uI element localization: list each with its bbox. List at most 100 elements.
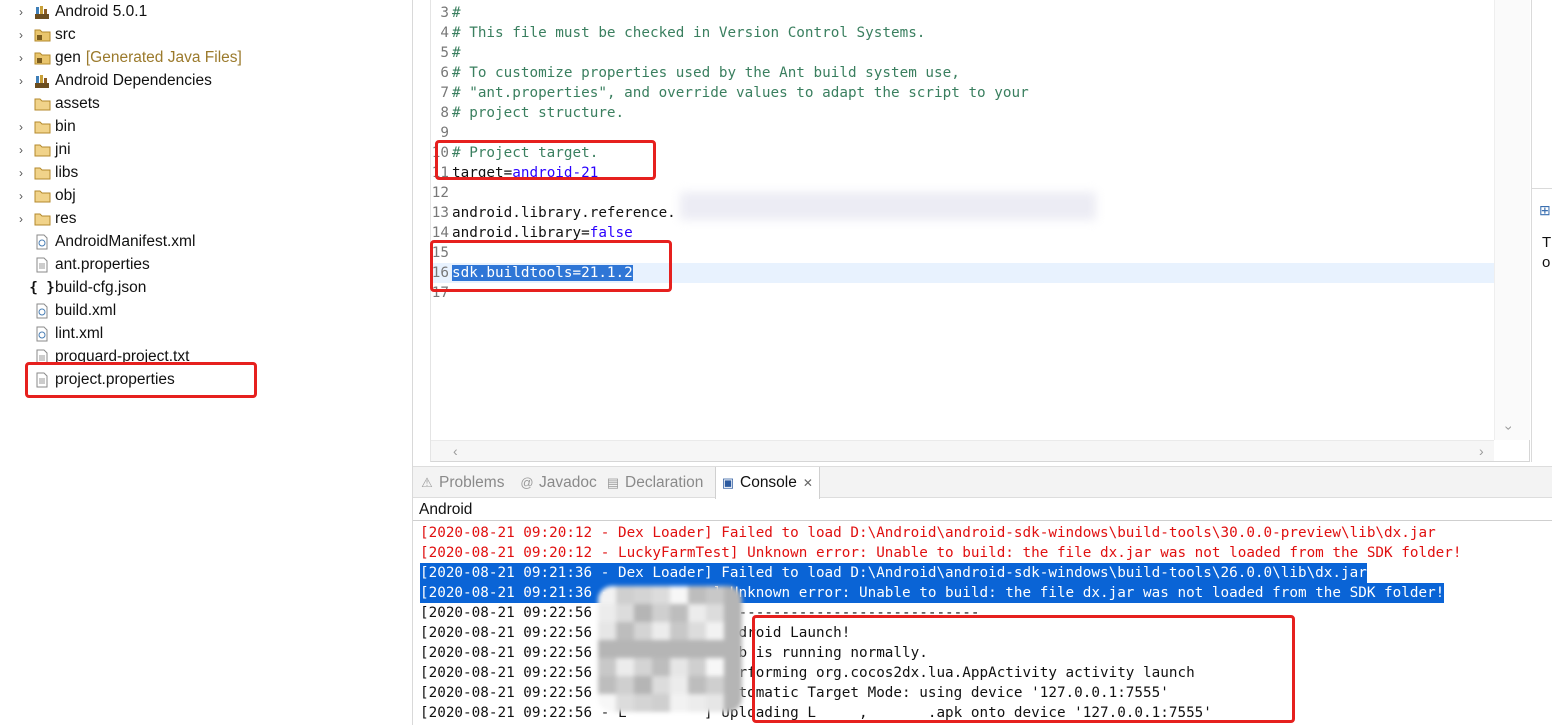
- mosaic-cell: [616, 586, 634, 604]
- tab-problems[interactable]: ⚠ Problems: [419, 467, 504, 498]
- mosaic-cell: [616, 658, 634, 676]
- mosaic-cell: [670, 586, 688, 604]
- code-token: false: [589, 225, 633, 241]
- expand-arrow-icon[interactable]: ›: [16, 23, 26, 46]
- tree-item[interactable]: › Android Dependencies: [0, 69, 410, 92]
- mosaic-cell: [616, 604, 634, 622]
- close-icon[interactable]: ✕: [803, 476, 813, 490]
- expand-arrow-icon[interactable]: ›: [16, 115, 26, 138]
- expand-arrow-icon[interactable]: ›: [16, 184, 26, 207]
- line-number: 3: [440, 5, 449, 21]
- mosaic-cell: [634, 658, 652, 676]
- outline-view-icon[interactable]: ⊞: [1539, 202, 1551, 219]
- mosaic-cell: [688, 622, 706, 640]
- mosaic-cell: [688, 676, 706, 694]
- tree-item[interactable]: build.xml: [0, 299, 410, 322]
- folder-icon: [33, 210, 51, 228]
- declaration-icon: ▤: [606, 474, 620, 490]
- expand-arrow-icon[interactable]: ›: [16, 138, 26, 161]
- expand-arrow-icon[interactable]: ›: [16, 69, 26, 92]
- code-line[interactable]: 5 #: [431, 43, 1494, 63]
- expand-arrow-icon[interactable]: ›: [16, 207, 26, 230]
- tree-item[interactable]: › bin: [0, 115, 410, 138]
- tab-console[interactable]: ▣ Console ✕: [715, 467, 820, 499]
- tab-declaration[interactable]: ▤ Declaration: [605, 467, 704, 498]
- code-line[interactable]: 7 # "ant.properties", and override values…: [431, 83, 1494, 103]
- mosaic-cell: [616, 622, 634, 640]
- line-number: 12: [431, 185, 449, 201]
- mosaic-cell: [634, 586, 652, 604]
- tab-javadoc[interactable]: @ Javadoc: [519, 467, 596, 498]
- mosaic-cell: [634, 694, 652, 712]
- code-line[interactable]: 4 # This file must be checked in Version …: [431, 23, 1494, 43]
- mosaic-cell: [652, 676, 670, 694]
- expand-arrow-icon[interactable]: ›: [16, 0, 26, 23]
- mosaic-cell: [706, 604, 724, 622]
- xml-file-icon: [33, 233, 51, 251]
- tree-item-name: build-cfg.json: [55, 279, 147, 296]
- tree-item[interactable]: lint.xml: [0, 322, 410, 345]
- mosaic-cell: [652, 640, 670, 658]
- properties-editor[interactable]: 3 #4 # This file must be checked in Versio…: [430, 0, 1530, 462]
- mosaic-cell: [724, 604, 742, 622]
- android-library-icon: [33, 3, 51, 21]
- highlight-launch-output: [752, 615, 1295, 723]
- tree-item[interactable]: › libs: [0, 161, 410, 184]
- mosaic-cell: [706, 640, 724, 658]
- folder-icon: [33, 141, 51, 159]
- mosaic-cell: [616, 676, 634, 694]
- mosaic-cell: [724, 640, 742, 658]
- tree-item-name: ant.properties: [55, 256, 150, 273]
- tree-item[interactable]: assets: [0, 92, 410, 115]
- mosaic-cell: [634, 640, 652, 658]
- code-token: # This file must be checked in Version C…: [452, 25, 926, 41]
- tree-item[interactable]: › obj: [0, 184, 410, 207]
- console-icon: ▣: [721, 475, 735, 490]
- scroll-down-arrow-icon[interactable]: ›: [1501, 426, 1517, 431]
- tree-item[interactable]: AndroidManifest.xml: [0, 230, 410, 253]
- mosaic-cell: [724, 676, 742, 694]
- tree-item-name: build.xml: [55, 302, 117, 319]
- folder-icon: [33, 118, 51, 136]
- mosaic-cell: [724, 622, 742, 640]
- tree-item[interactable]: › jni: [0, 138, 410, 161]
- tree-item[interactable]: { } build-cfg.json: [0, 276, 410, 299]
- mosaic-cell: [706, 676, 724, 694]
- console-line: [2020-08-21 09:20:12 - Dex Loader] Faile…: [420, 525, 1436, 541]
- code-line[interactable]: 8 # project structure.: [431, 103, 1494, 123]
- tree-item-name: obj: [55, 187, 76, 204]
- tree-item-name: Android 5.0.1: [55, 3, 148, 20]
- code-text: #: [452, 3, 461, 23]
- mosaic-cell: [670, 694, 688, 712]
- editor-horizontal-scrollbar[interactable]: ‹ ›: [431, 440, 1494, 461]
- android-library-icon: [33, 72, 51, 90]
- tab-label: Declaration: [625, 473, 704, 491]
- code-line[interactable]: 3 #: [431, 3, 1494, 23]
- tree-item[interactable]: › res: [0, 207, 410, 230]
- console-title: Android: [419, 501, 473, 518]
- scroll-left-arrow-icon[interactable]: ‹: [453, 443, 458, 459]
- tree-item-name: AndroidManifest.xml: [55, 233, 196, 250]
- folder-icon: [33, 95, 51, 113]
- mosaic-cell: [652, 604, 670, 622]
- tree-item[interactable]: › gen [Generated Java Files]: [0, 46, 410, 69]
- tree-item-label: jni: [55, 138, 71, 161]
- scroll-right-arrow-icon[interactable]: ›: [1479, 443, 1484, 459]
- tree-item[interactable]: › Android 5.0.1: [0, 0, 410, 23]
- editor-vertical-scrollbar[interactable]: ›: [1494, 0, 1530, 440]
- tree-item[interactable]: ant.properties: [0, 253, 410, 276]
- outline-truncated-text: T o: [1542, 234, 1551, 271]
- tree-item[interactable]: › src: [0, 23, 410, 46]
- mosaic-cell: [670, 640, 688, 658]
- tree-item-label: libs: [55, 161, 78, 184]
- code-text: # "ant.properties", and override values …: [452, 83, 1029, 103]
- tree-item-name: jni: [55, 141, 71, 158]
- mosaic-cell: [670, 658, 688, 676]
- expand-arrow-icon[interactable]: ›: [16, 46, 26, 69]
- mosaic-cell: [652, 586, 670, 604]
- tree-item-label: gen [Generated Java Files]: [55, 46, 242, 69]
- expand-arrow-icon[interactable]: ›: [16, 161, 26, 184]
- problems-icon: ⚠: [421, 474, 433, 490]
- code-line[interactable]: 6 # To customize properties used by the A…: [431, 63, 1494, 83]
- tree-item-label: obj: [55, 184, 76, 207]
